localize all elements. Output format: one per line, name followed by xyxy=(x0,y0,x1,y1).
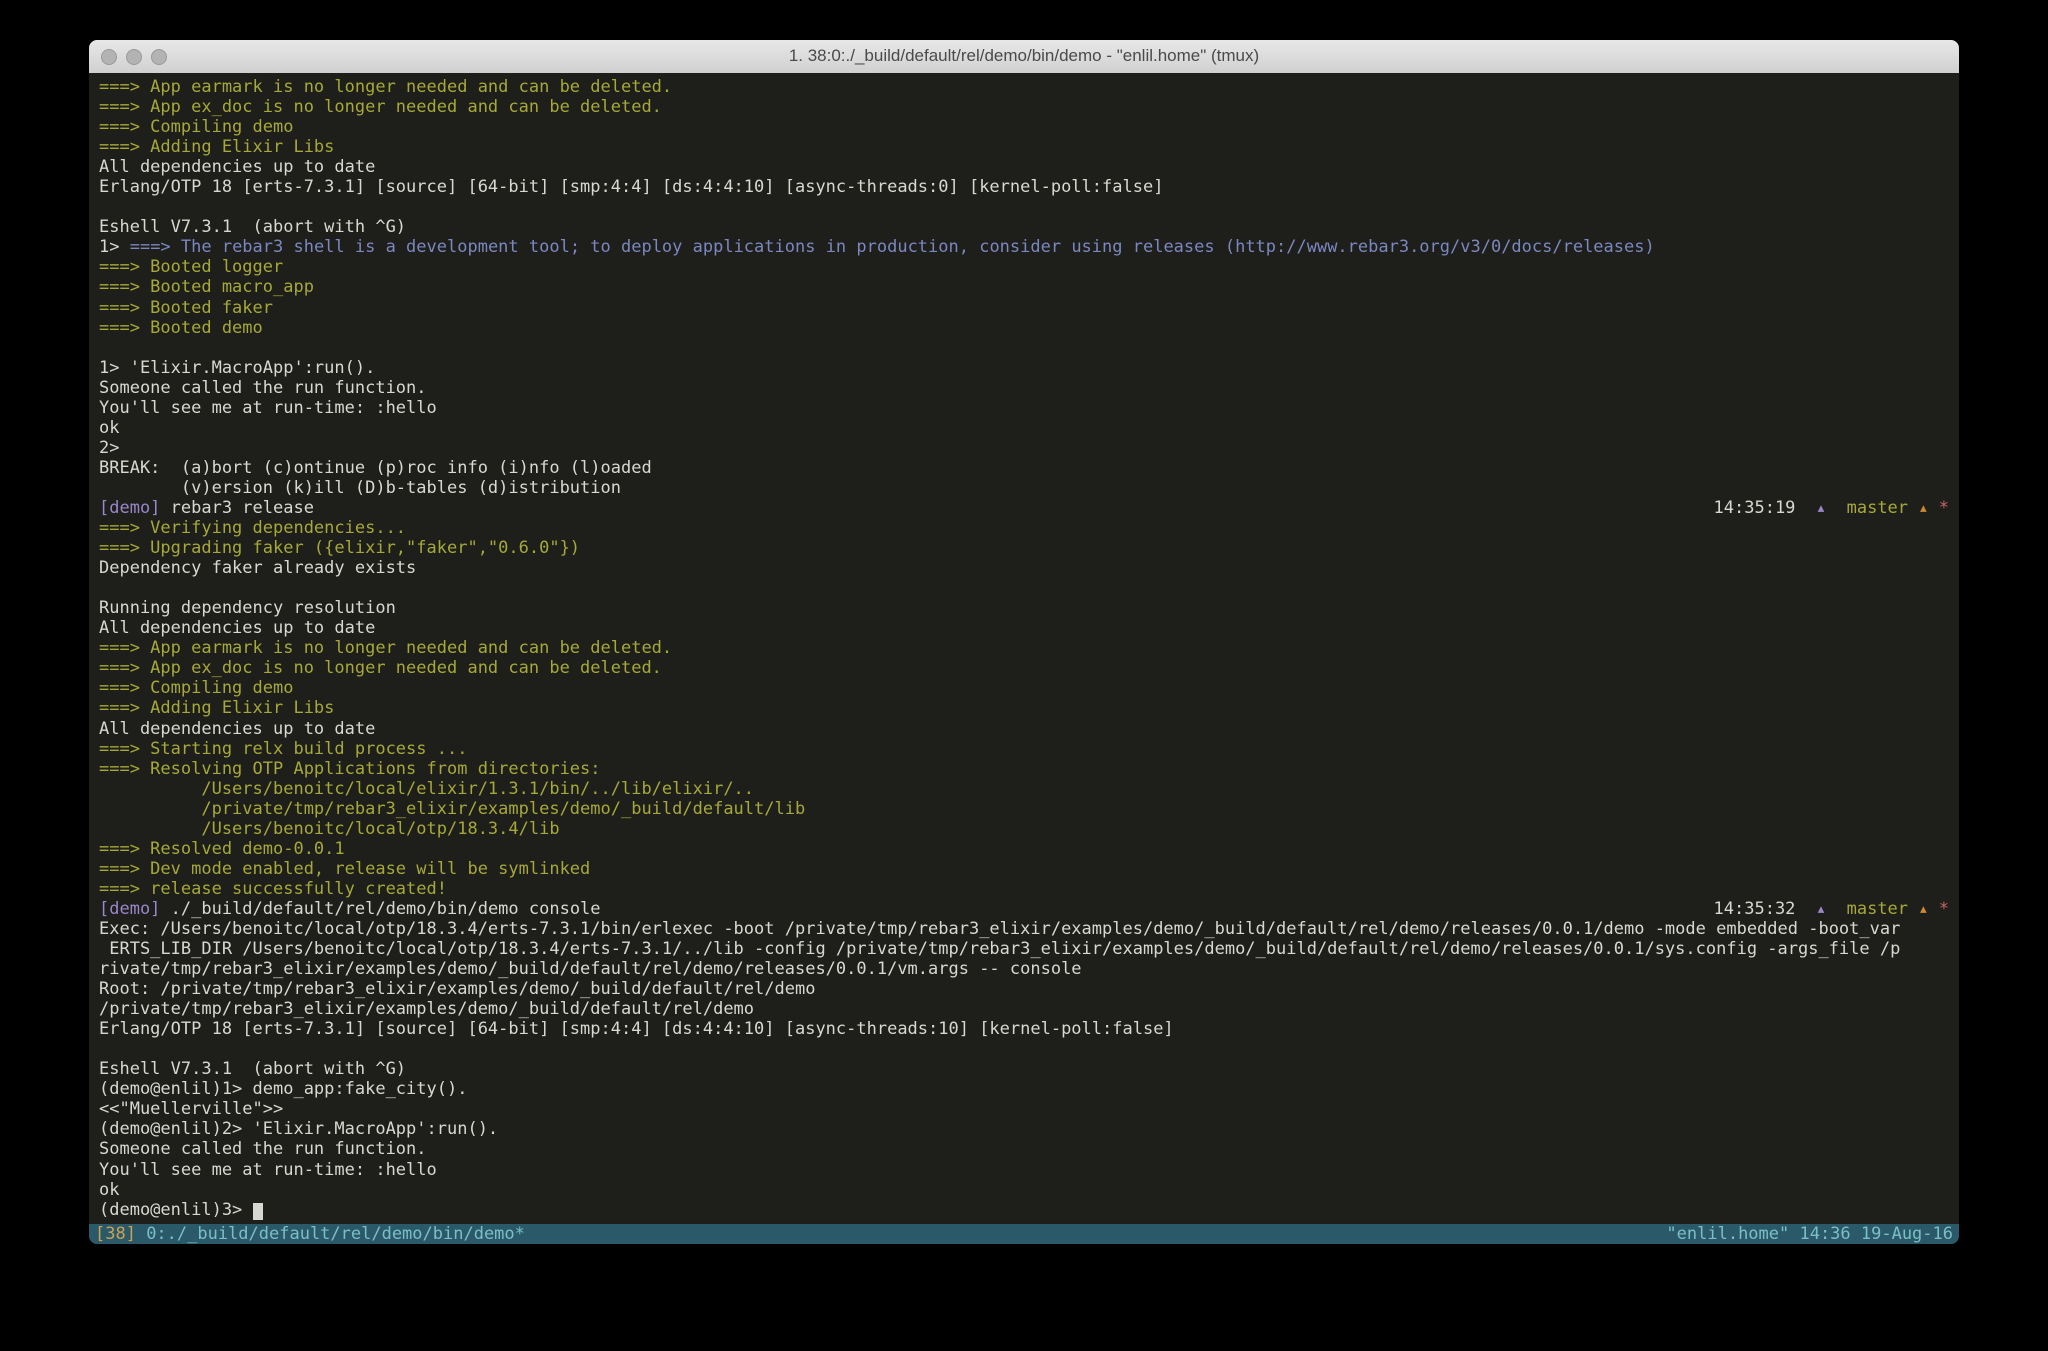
terminal-line: ===> Resolved demo-0.0.1 xyxy=(99,839,1949,859)
terminal-line: (demo@enlil)2> 'Elixir.MacroApp':run(). xyxy=(99,1119,1949,1139)
statusbar-left: [38] 0:./_build/default/rel/demo/bin/dem… xyxy=(95,1224,525,1245)
tmux-statusbar: [38] 0:./_build/default/rel/demo/bin/dem… xyxy=(89,1224,1959,1245)
window-title: 1. 38:0:./_build/default/rel/demo/bin/de… xyxy=(89,46,1959,66)
terminal-line: You'll see me at run-time: :hello xyxy=(99,1160,1949,1180)
terminal-line: [demo] ./_build/default/rel/demo/bin/dem… xyxy=(99,899,1949,919)
terminal-line: ===> Booted demo xyxy=(99,318,1949,338)
terminal-line: BREAK: (a)bort (c)ontinue (p)roc info (i… xyxy=(99,458,1949,478)
terminal-line xyxy=(99,197,1949,217)
terminal-line: ok xyxy=(99,418,1949,438)
terminal-line: /Users/benoitc/local/otp/18.3.4/lib xyxy=(99,819,1949,839)
terminal-line: ===> Adding Elixir Libs xyxy=(99,137,1949,157)
terminal-line: /private/tmp/rebar3_elixir/examples/demo… xyxy=(99,999,1949,1019)
terminal-line: Root: /private/tmp/rebar3_elixir/example… xyxy=(99,979,1949,999)
terminal-line: ===> Compiling demo xyxy=(99,678,1949,698)
terminal-line: Someone called the run function. xyxy=(99,1139,1949,1159)
terminal-line: ===> Booted faker xyxy=(99,298,1949,318)
terminal-line: /Users/benoitc/local/elixir/1.3.1/bin/..… xyxy=(99,779,1949,799)
terminal-line: Exec: /Users/benoitc/local/otp/18.3.4/er… xyxy=(99,919,1949,939)
titlebar: 1. 38:0:./_build/default/rel/demo/bin/de… xyxy=(89,40,1959,73)
terminal-line: 1> ===> The rebar3 shell is a developmen… xyxy=(99,237,1949,257)
terminal-line: ===> release successfully created! xyxy=(99,879,1949,899)
terminal-line: (v)ersion (k)ill (D)b-tables (d)istribut… xyxy=(99,478,1949,498)
terminal-line: ===> App ex_doc is no longer needed and … xyxy=(99,97,1949,117)
terminal-line: All dependencies up to date xyxy=(99,719,1949,739)
terminal-line xyxy=(99,578,1949,598)
terminal-line: (demo@enlil)1> demo_app:fake_city(). xyxy=(99,1079,1949,1099)
terminal-line: /private/tmp/rebar3_elixir/examples/demo… xyxy=(99,799,1949,819)
terminal-line: All dependencies up to date xyxy=(99,157,1949,177)
terminal-line: ok xyxy=(99,1180,1949,1200)
terminal-line: ===> Adding Elixir Libs xyxy=(99,698,1949,718)
terminal-line: ===> Booted macro_app xyxy=(99,277,1949,297)
cursor xyxy=(253,1203,263,1220)
terminal-line: 1> 'Elixir.MacroApp':run(). xyxy=(99,358,1949,378)
terminal-line: ===> App earmark is no longer needed and… xyxy=(99,77,1949,97)
terminal-line: ===> Resolving OTP Applications from dir… xyxy=(99,759,1949,779)
terminal-line: ===> Upgrading faker ({elixir,"faker","0… xyxy=(99,538,1949,558)
terminal-line: ===> App ex_doc is no longer needed and … xyxy=(99,658,1949,678)
terminal-line: ===> Dev mode enabled, release will be s… xyxy=(99,859,1949,879)
terminal-line: (demo@enlil)3> xyxy=(99,1200,1949,1220)
terminal-line xyxy=(99,1039,1949,1059)
terminal-line: [demo] rebar3 release14:35:19 ▴ master ▴… xyxy=(99,498,1949,518)
terminal-line: rivate/tmp/rebar3_elixir/examples/demo/_… xyxy=(99,959,1949,979)
terminal-line: Someone called the run function. xyxy=(99,378,1949,398)
terminal-line: ===> Booted logger xyxy=(99,257,1949,277)
terminal-line: Eshell V7.3.1 (abort with ^G) xyxy=(99,217,1949,237)
terminal-line: Erlang/OTP 18 [erts-7.3.1] [source] [64-… xyxy=(99,177,1949,197)
terminal-line: All dependencies up to date xyxy=(99,618,1949,638)
terminal-line: ===> App earmark is no longer needed and… xyxy=(99,638,1949,658)
terminal-line xyxy=(99,338,1949,358)
terminal-line: You'll see me at run-time: :hello xyxy=(99,398,1949,418)
terminal-output[interactable]: ===> App earmark is no longer needed and… xyxy=(89,73,1959,1224)
terminal-line: Eshell V7.3.1 (abort with ^G) xyxy=(99,1059,1949,1079)
terminal-line: Dependency faker already exists xyxy=(99,558,1949,578)
statusbar-right: "enlil.home" 14:36 19-Aug-16 xyxy=(1666,1224,1953,1245)
terminal-line: ===> Verifying dependencies... xyxy=(99,518,1949,538)
terminal-line: Running dependency resolution xyxy=(99,598,1949,618)
terminal-line: ERTS_LIB_DIR /Users/benoitc/local/otp/18… xyxy=(99,939,1949,959)
terminal-window: 1. 38:0:./_build/default/rel/demo/bin/de… xyxy=(89,40,1959,1244)
terminal-line: ===> Starting relx build process ... xyxy=(99,739,1949,759)
terminal-line: Erlang/OTP 18 [erts-7.3.1] [source] [64-… xyxy=(99,1019,1949,1039)
terminal-line: ===> Compiling demo xyxy=(99,117,1949,137)
terminal-line: <<"Muellerville">> xyxy=(99,1099,1949,1119)
terminal-line: 2> xyxy=(99,438,1949,458)
